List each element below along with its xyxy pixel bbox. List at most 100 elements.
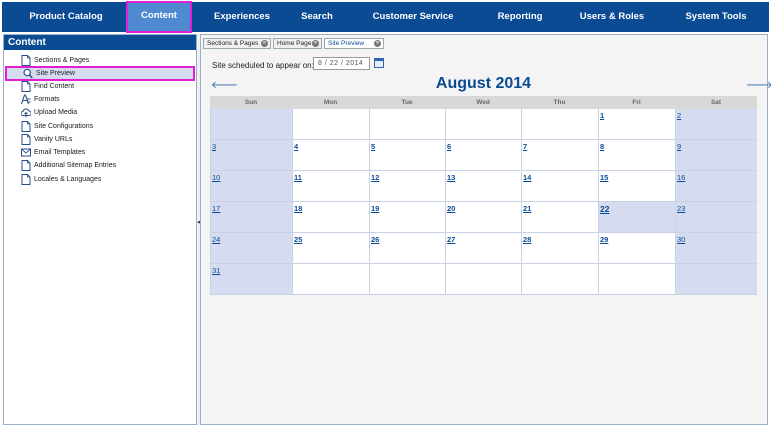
sidebar-item-email-templates[interactable]: Email Templates <box>5 146 195 159</box>
close-icon[interactable]: ✕ <box>312 40 319 47</box>
calendar-day-link[interactable]: 14 <box>523 173 531 182</box>
sidebar-item-label: Additional Sitemap Entries <box>34 162 117 169</box>
tab-site-preview[interactable]: Site Preview ✕ <box>324 38 384 49</box>
close-icon[interactable]: ✕ <box>374 40 381 47</box>
calendar-day-link[interactable]: 2 <box>677 111 681 120</box>
calendar-day-link[interactable]: 11 <box>294 173 302 182</box>
tab-home-page[interactable]: Home Page ✕ <box>273 38 322 49</box>
nav-search[interactable]: Search <box>288 2 346 32</box>
calendar-day-cell[interactable]: 29 <box>598 233 675 264</box>
calendar-day-link[interactable]: 21 <box>523 204 531 213</box>
calendar-day-cell[interactable]: 26 <box>369 233 445 264</box>
calendar-day-cell[interactable]: 14 <box>521 171 598 202</box>
nav-experiences[interactable]: Experiences <box>202 2 282 32</box>
calendar-day-link[interactable]: 9 <box>677 142 681 151</box>
sidebar-item-find-content[interactable]: Find Content <box>5 80 195 93</box>
sidebar-item-label: Email Templates <box>34 149 86 156</box>
calendar-day-link[interactable]: 19 <box>371 204 379 213</box>
nav-reporting[interactable]: Reporting <box>486 2 554 32</box>
calendar-day-cell[interactable]: 9 <box>675 140 757 171</box>
calendar-day-cell[interactable]: 3 <box>210 140 292 171</box>
calendar-day-cell[interactable]: 28 <box>521 233 598 264</box>
calendar-month-title: August 2014 <box>435 75 532 92</box>
calendar-day-cell[interactable]: 17 <box>210 202 292 233</box>
calendar-day-link[interactable]: 15 <box>600 173 608 182</box>
calendar-day-link[interactable]: 20 <box>447 204 455 213</box>
schedule-date-input[interactable]: 8 / 22 / 2014 <box>313 57 370 70</box>
calendar-day-link[interactable]: 29 <box>600 235 608 244</box>
calendar-day-link[interactable]: 30 <box>677 235 685 244</box>
calendar-day-link[interactable]: 24 <box>212 235 220 244</box>
calendar-day-cell[interactable]: 2 <box>675 109 757 140</box>
calendar-day-link[interactable]: 1 <box>600 111 604 120</box>
calendar-day-link[interactable]: 17 <box>212 204 220 213</box>
calendar-day-link[interactable]: 8 <box>600 142 604 151</box>
calendar-day-cell[interactable]: 15 <box>598 171 675 202</box>
sidebar-item-locales-languages[interactable]: Locales & Languages <box>5 173 195 186</box>
calendar-day-cell <box>445 109 521 140</box>
calendar-day-link[interactable]: 27 <box>447 235 455 244</box>
calendar-day-cell <box>292 264 369 295</box>
nav-customer-service[interactable]: Customer Service <box>362 2 464 32</box>
page-icon <box>21 160 31 171</box>
calendar-day-cell[interactable]: 23 <box>675 202 757 233</box>
calendar-day-cell[interactable]: 22 <box>598 202 675 233</box>
calendar-day-link[interactable]: 31 <box>212 266 220 275</box>
calendar-day-link[interactable]: 22 <box>600 204 609 214</box>
calendar-day-cell[interactable]: 24 <box>210 233 292 264</box>
next-month-arrow-icon[interactable]: 🡒 <box>746 79 771 91</box>
calendar-icon[interactable] <box>374 58 384 68</box>
sidebar-item-label: Site Configurations <box>34 123 94 130</box>
sidebar-item-additional-sitemap-entries[interactable]: Additional Sitemap Entries <box>5 159 195 172</box>
calendar-day-cell[interactable]: 18 <box>292 202 369 233</box>
calendar-day-link[interactable]: 18 <box>294 204 302 213</box>
calendar-day-cell <box>675 264 757 295</box>
sidebar-item-upload-media[interactable]: Upload Media <box>5 106 195 119</box>
calendar-day-cell[interactable]: 20 <box>445 202 521 233</box>
calendar-day-link[interactable]: 28 <box>523 235 531 244</box>
nav-users-roles[interactable]: Users & Roles <box>572 2 652 32</box>
calendar-day-link[interactable]: 23 <box>677 204 685 213</box>
calendar-day-link[interactable]: 5 <box>371 142 375 151</box>
calendar-day-link[interactable]: 4 <box>294 142 298 151</box>
calendar-day-cell[interactable]: 7 <box>521 140 598 171</box>
calendar-day-cell[interactable]: 8 <box>598 140 675 171</box>
calendar-day-link[interactable]: 16 <box>677 173 685 182</box>
calendar-day-cell[interactable]: 31 <box>210 264 292 295</box>
calendar-day-link[interactable]: 7 <box>523 142 527 151</box>
calendar-day-cell <box>521 109 598 140</box>
calendar-day-cell[interactable]: 6 <box>445 140 521 171</box>
calendar-day-cell[interactable]: 12 <box>369 171 445 202</box>
calendar-day-cell[interactable]: 25 <box>292 233 369 264</box>
nav-system-tools[interactable]: System Tools <box>674 2 758 32</box>
calendar-day-cell[interactable]: 4 <box>292 140 369 171</box>
sidebar-item-vanity-urls[interactable]: Vanity URLs <box>5 133 195 146</box>
tab-sections-pages[interactable]: Sections & Pages ✕ <box>203 38 271 49</box>
calendar-day-link[interactable]: 12 <box>371 173 379 182</box>
calendar-day-cell[interactable]: 19 <box>369 202 445 233</box>
calendar-day-link[interactable]: 26 <box>371 235 379 244</box>
calendar-day-link[interactable]: 6 <box>447 142 451 151</box>
calendar-day-link[interactable]: 3 <box>212 142 216 151</box>
nav-content[interactable]: Content <box>126 1 192 33</box>
nav-product-catalog[interactable]: Product Catalog <box>12 2 120 32</box>
sidebar-item-label: Find Content <box>34 83 75 90</box>
calendar-day-link[interactable]: 13 <box>447 173 455 182</box>
sidebar-item-site-configurations[interactable]: Site Configurations <box>5 120 195 133</box>
calendar-day-link[interactable]: 10 <box>212 173 220 182</box>
calendar-day-cell[interactable]: 16 <box>675 171 757 202</box>
calendar-day-cell[interactable]: 11 <box>292 171 369 202</box>
close-icon[interactable]: ✕ <box>261 40 268 47</box>
calendar-day-cell[interactable]: 30 <box>675 233 757 264</box>
page-icon <box>21 55 31 66</box>
calendar-day-link[interactable]: 25 <box>294 235 302 244</box>
calendar-day-cell[interactable]: 10 <box>210 171 292 202</box>
sidebar-item-site-preview[interactable]: Site Preview <box>5 66 195 81</box>
sidebar-item-formats[interactable]: Formats <box>5 93 195 106</box>
calendar-day-cell[interactable]: 5 <box>369 140 445 171</box>
calendar-day-cell[interactable]: 21 <box>521 202 598 233</box>
weekday-header: Sat <box>675 96 757 109</box>
calendar-day-cell[interactable]: 13 <box>445 171 521 202</box>
calendar-day-cell[interactable]: 27 <box>445 233 521 264</box>
calendar-day-cell[interactable]: 1 <box>598 109 675 140</box>
